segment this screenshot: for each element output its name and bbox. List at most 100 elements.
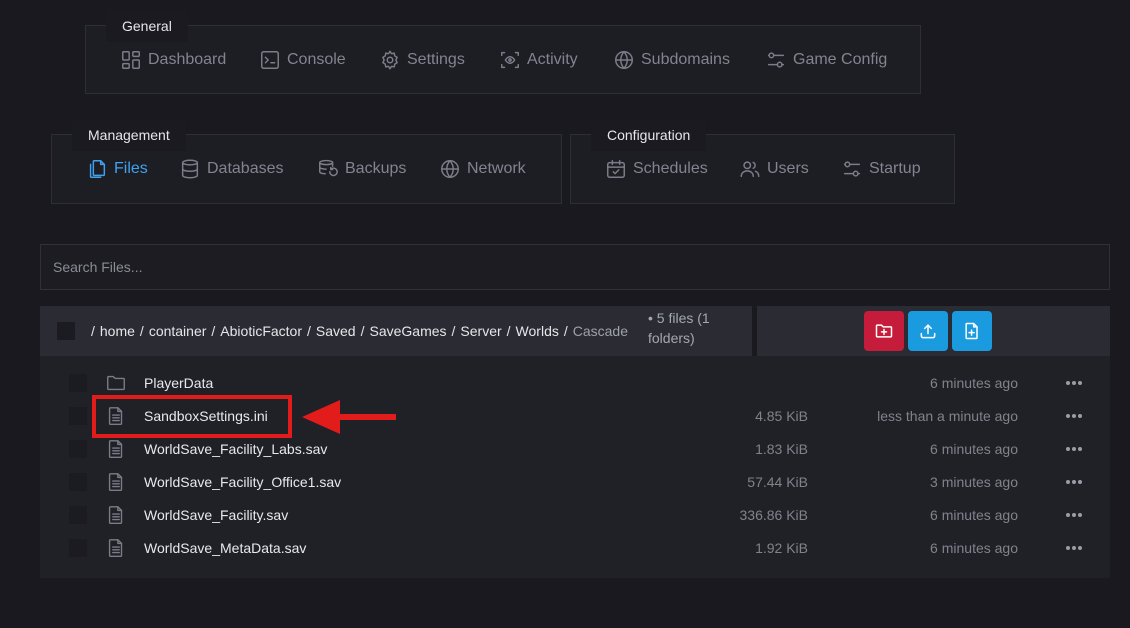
more-options-icon[interactable] <box>1066 503 1082 527</box>
sliders-icon <box>843 161 861 177</box>
new-file-button[interactable] <box>952 311 992 351</box>
nav-item-settings[interactable]: Settings <box>379 26 465 93</box>
file-checkbox[interactable] <box>69 473 87 491</box>
more-options-icon[interactable] <box>1066 437 1082 461</box>
folder-plus-icon <box>875 324 893 338</box>
users-icon <box>740 161 760 178</box>
breadcrumb-separator: / <box>139 323 144 339</box>
backup-icon <box>319 159 338 177</box>
more-options-icon[interactable] <box>1066 470 1082 494</box>
nav-group-management: Management Files Databases Backups Netwo… <box>51 119 562 204</box>
more-options-icon[interactable] <box>1066 404 1082 428</box>
nav-item-files[interactable]: Files <box>86 135 148 203</box>
nav-item-label: Users <box>767 160 809 177</box>
upload-button[interactable] <box>908 311 948 351</box>
nav-item-label: Schedules <box>633 160 708 177</box>
nav-item-users[interactable]: Users <box>739 135 809 203</box>
breadcrumb-savegames[interactable]: SaveGames <box>369 323 446 339</box>
file-count-line1: • 5 files (1 <box>648 310 710 326</box>
more-options-icon[interactable] <box>1066 371 1082 395</box>
upload-icon <box>920 324 936 339</box>
breadcrumb-separator: / <box>563 323 568 339</box>
nav-group-general: General Dashboard Console Settings Activ… <box>85 10 921 94</box>
breadcrumb-separator: / <box>506 323 511 339</box>
files-icon <box>89 160 106 178</box>
nav-item-label: Backups <box>345 160 407 177</box>
file-name[interactable]: WorldSave_Facility_Office1.sav <box>144 474 341 490</box>
file-list: PlayerData 6 minutes ago SandboxSettings… <box>40 356 1110 578</box>
nav-item-subdomains[interactable]: Subdomains <box>613 26 730 93</box>
breadcrumb-bar: / home / container / AbioticFactor / Sav… <box>40 306 752 356</box>
gear-icon <box>382 50 398 69</box>
file-icon <box>105 438 127 460</box>
breadcrumb-container[interactable]: container <box>149 323 207 339</box>
file-modified: 6 minutes ago <box>930 375 1018 391</box>
console-icon <box>261 50 279 69</box>
globe-icon <box>441 160 459 178</box>
file-actions-bar <box>757 306 1110 356</box>
file-name[interactable]: WorldSave_Facility.sav <box>144 507 288 523</box>
file-checkbox[interactable] <box>69 440 87 458</box>
search-input[interactable] <box>41 245 1109 289</box>
nav-item-activity[interactable]: Activity <box>499 26 578 93</box>
file-size: 1.92 KiB <box>755 540 808 556</box>
arrow-left-icon <box>302 400 396 434</box>
database-icon <box>181 159 199 179</box>
sliders-icon <box>767 51 785 68</box>
nav-item-label: Dashboard <box>148 50 227 68</box>
nav-item-label: Startup <box>869 160 921 177</box>
file-checkbox[interactable] <box>69 374 87 392</box>
breadcrumb-home[interactable]: home <box>100 323 135 339</box>
breadcrumb-worlds[interactable]: Worlds <box>516 323 559 339</box>
file-icon <box>105 537 127 559</box>
file-count-line2: folders) <box>648 330 695 346</box>
file-modified: 6 minutes ago <box>930 441 1018 457</box>
globe-icon <box>615 50 633 69</box>
file-checkbox[interactable] <box>69 539 87 557</box>
nav-item-databases[interactable]: Databases <box>179 135 284 203</box>
file-row[interactable]: WorldSave_Facility.sav 336.86 KiB 6 minu… <box>40 499 1110 532</box>
breadcrumb-abioticfactor[interactable]: AbioticFactor <box>220 323 302 339</box>
file-name[interactable]: PlayerData <box>144 375 213 391</box>
breadcrumb-saved[interactable]: Saved <box>316 323 356 339</box>
nav-group-configuration: Configuration Schedules Users Startup <box>570 119 955 204</box>
breadcrumb-cascade: Cascade <box>572 323 629 339</box>
nav-item-label: Settings <box>407 50 465 68</box>
nav-item-startup[interactable]: Startup <box>841 135 921 203</box>
nav-item-label: Console <box>287 50 346 68</box>
calendar-icon <box>607 160 625 178</box>
file-name[interactable]: WorldSave_MetaData.sav <box>144 540 306 556</box>
file-checkbox[interactable] <box>69 407 87 425</box>
select-all-checkbox[interactable] <box>57 322 75 340</box>
file-row[interactable]: WorldSave_Facility_Office1.sav 57.44 KiB… <box>40 466 1110 499</box>
file-checkbox[interactable] <box>69 506 87 524</box>
nav-item-console[interactable]: Console <box>259 26 346 93</box>
file-modified: 6 minutes ago <box>930 507 1018 523</box>
nav-item-network[interactable]: Network <box>439 135 526 203</box>
breadcrumb-separator: / <box>360 323 365 339</box>
file-name[interactable]: WorldSave_Facility_Labs.sav <box>144 441 327 457</box>
more-options-icon[interactable] <box>1066 536 1082 560</box>
file-icon <box>105 471 127 493</box>
file-modified: 6 minutes ago <box>930 540 1018 556</box>
nav-item-backups[interactable]: Backups <box>317 135 406 203</box>
breadcrumb: / home / container / AbioticFactor / Sav… <box>91 323 628 339</box>
breadcrumb-separator: / <box>91 323 95 339</box>
file-plus-icon <box>965 322 978 340</box>
nav-item-label: Game Config <box>793 50 888 68</box>
nav-item-schedules[interactable]: Schedules <box>605 135 708 203</box>
activity-icon <box>501 51 519 68</box>
nav-item-dashboard[interactable]: Dashboard <box>120 26 226 93</box>
nav-item-game-config[interactable]: Game Config <box>765 26 887 93</box>
file-size: 336.86 KiB <box>739 507 809 523</box>
nav-item-label: Activity <box>527 50 578 68</box>
file-row[interactable]: WorldSave_MetaData.sav 1.92 KiB 6 minute… <box>40 532 1110 565</box>
new-folder-button[interactable] <box>864 311 904 351</box>
breadcrumb-separator: / <box>451 323 456 339</box>
breadcrumb-server[interactable]: Server <box>460 323 501 339</box>
breadcrumb-separator: / <box>211 323 216 339</box>
breadcrumb-separator: / <box>307 323 311 339</box>
folder-icon <box>105 372 127 394</box>
nav-item-label: Subdomains <box>641 50 730 68</box>
nav-item-label: Files <box>114 160 148 177</box>
